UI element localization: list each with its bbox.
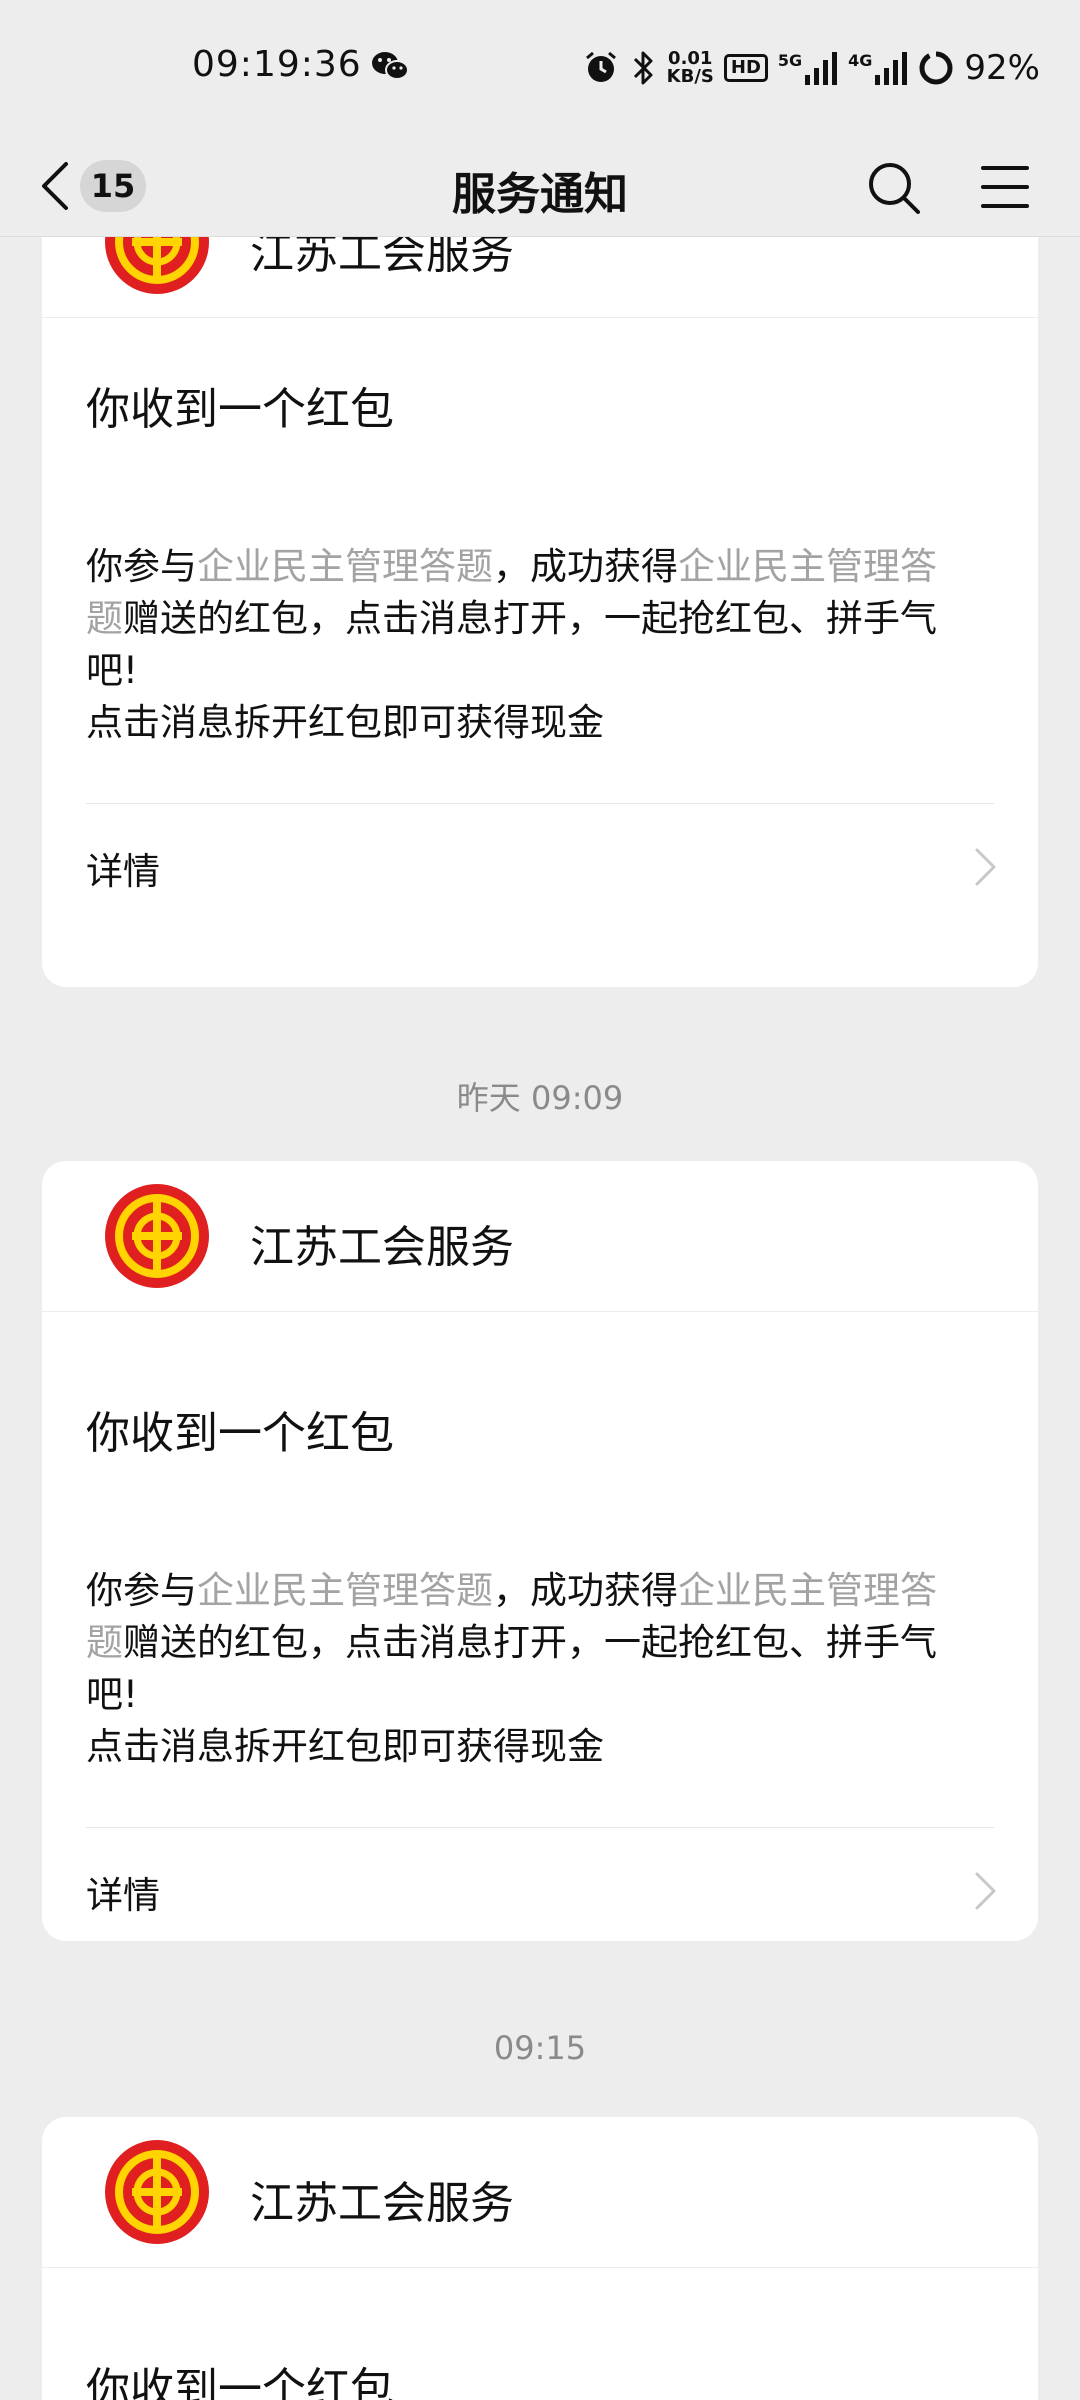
chevron-right-icon — [975, 848, 996, 886]
message-title: 你收到一个红包 — [86, 2364, 394, 2400]
message-card[interactable]: 江苏工会服务 你收到一个红包 你参与企业民主管理答题，成功获得企业民主管理答 题… — [42, 237, 1038, 987]
details-link[interactable]: 详情 — [42, 1829, 1038, 1941]
body-text: 你参与 — [86, 545, 197, 588]
menu-icon[interactable] — [980, 162, 1030, 212]
message-body: 你参与企业民主管理答题，成功获得企业民主管理答 题赠送的红包，点击消息打开，一起… — [86, 1565, 986, 1773]
sender-activity-name: 题 — [86, 597, 123, 640]
message-card[interactable]: 江苏工会服务 你收到一个红包 你参与企业民主管理答题，成功获得企业民主管理答 题… — [42, 1161, 1038, 1941]
signal-4g-label: 4G — [848, 51, 873, 70]
timestamp: 09:15 — [493, 2029, 587, 2067]
nav-bar: 15 服务通知 — [0, 136, 1080, 237]
hd-badge: HD — [723, 54, 768, 82]
message-title: 你收到一个红包 — [86, 1408, 394, 1459]
trade-union-logo-icon — [105, 2140, 209, 2244]
sender-name: 江苏工会服务 — [250, 1222, 514, 1273]
divider — [86, 1827, 994, 1828]
signal-4g: 4G — [848, 51, 908, 85]
card-header: 江苏工会服务 — [42, 2117, 1038, 2268]
sender-activity-name: 企业民主管理答 — [678, 545, 937, 588]
status-indicators: 0.01 KB/S HD 5G 4G 92% — [583, 44, 1040, 92]
sender-activity-name: 题 — [86, 1621, 123, 1664]
body-text: ，成功获得 — [493, 545, 678, 588]
trade-union-logo-icon — [105, 237, 209, 294]
screen: 09:19:36 0.01 KB/S HD 5G 4G 92% 15 服务通知 … — [0, 0, 1080, 2400]
body-text: 你参与 — [86, 1569, 197, 1612]
body-text: 点击消息拆开红包即可获得现金 — [86, 701, 604, 744]
body-text: 吧! — [86, 649, 138, 692]
body-text: 赠送的红包，点击消息打开，一起抢红包、拼手气 — [123, 597, 937, 640]
details-label: 详情 — [86, 850, 160, 893]
activity-name: 企业民主管理答题 — [197, 1569, 493, 1612]
status-bar: 09:19:36 0.01 KB/S HD 5G 4G 92% — [0, 0, 1080, 136]
signal-5g-label: 5G — [777, 51, 803, 70]
signal-5g: 5G — [778, 51, 838, 85]
body-text: ，成功获得 — [493, 1569, 678, 1612]
activity-name: 企业民主管理答题 — [197, 545, 493, 588]
message-list[interactable]: 江苏工会服务 你收到一个红包 你参与企业民主管理答题，成功获得企业民主管理答 题… — [0, 237, 1080, 2400]
details-label: 详情 — [86, 1874, 160, 1917]
body-text: 点击消息拆开红包即可获得现金 — [86, 1725, 604, 1768]
timestamp: 昨天 09:09 — [456, 1079, 624, 1117]
details-link[interactable]: 详情 — [42, 805, 1038, 925]
alarm-icon — [585, 51, 616, 82]
card-header: 江苏工会服务 — [42, 1161, 1038, 1312]
sender-name: 江苏工会服务 — [250, 2178, 514, 2229]
body-text: 吧! — [86, 1673, 138, 1716]
wechat-icon — [372, 52, 409, 80]
message-card[interactable]: 江苏工会服务 你收到一个红包 — [42, 2117, 1038, 2400]
network-speed: 0.01 KB/S — [667, 50, 714, 86]
status-time: 09:19:36 — [192, 44, 362, 85]
divider — [86, 803, 994, 804]
message-body: 你参与企业民主管理答题，成功获得企业民主管理答 题赠送的红包，点击消息打开，一起… — [86, 541, 986, 749]
battery-ring-icon — [919, 51, 953, 85]
trade-union-logo-icon — [105, 1184, 209, 1288]
card-header: 江苏工会服务 — [42, 237, 1038, 318]
net-speed-unit: KB/S — [666, 66, 714, 87]
bluetooth-icon — [633, 51, 653, 85]
sender-name: 江苏工会服务 — [250, 237, 514, 279]
sender-activity-name: 企业民主管理答 — [678, 1569, 937, 1612]
signal-bars-icon — [805, 52, 838, 85]
battery-percent: 92% — [964, 48, 1040, 88]
signal-bars-icon — [875, 52, 908, 85]
body-text: 赠送的红包，点击消息打开，一起抢红包、拼手气 — [123, 1621, 937, 1664]
chevron-right-icon — [975, 1872, 996, 1910]
message-title: 你收到一个红包 — [86, 384, 394, 435]
search-icon[interactable] — [866, 160, 922, 216]
